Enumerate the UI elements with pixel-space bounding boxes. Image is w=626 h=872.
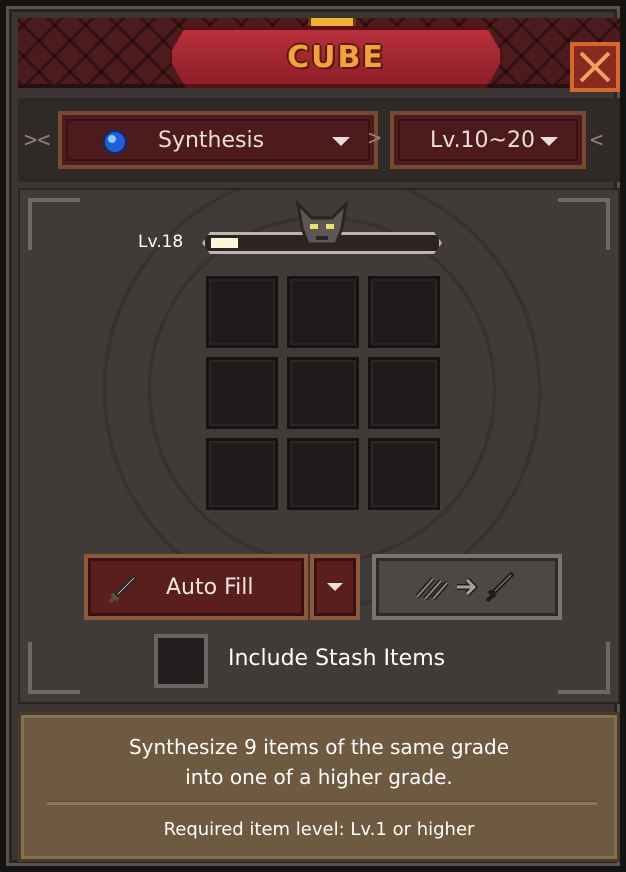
demon-head-icon <box>295 199 349 246</box>
chevron-down-icon <box>332 137 350 146</box>
corner-ornament <box>558 198 610 250</box>
corner-ornament <box>28 642 80 694</box>
info-panel: Synthesize 9 items of the same grade int… <box>18 712 620 862</box>
sword-icon <box>108 574 138 604</box>
auto-fill-options-button[interactable] <box>310 554 360 620</box>
corner-ornament <box>558 642 610 694</box>
include-stash-label: Include Stash Items <box>228 646 446 671</box>
item-slot[interactable] <box>368 357 440 429</box>
close-icon <box>579 51 611 83</box>
item-slot[interactable] <box>368 438 440 510</box>
window-title: CUBE <box>287 39 385 75</box>
item-slot[interactable] <box>368 276 440 348</box>
item-slot[interactable] <box>287 276 359 348</box>
close-button[interactable] <box>570 42 620 92</box>
items-to-sword-icon <box>415 571 515 603</box>
corner-ornament <box>28 198 80 250</box>
item-slot[interactable] <box>206 276 278 348</box>
right-arrow-ornament: < <box>590 128 604 153</box>
cube-xp-fill <box>211 238 238 248</box>
chevron-down-icon <box>327 583 343 591</box>
chevron-down-icon <box>540 137 558 146</box>
requirement-text: Required item level: Lv.1 or higher <box>163 819 475 840</box>
level-range-dropdown[interactable]: Lv.10~20 <box>390 111 586 169</box>
mode-dropdown-label: Synthesis <box>158 127 265 153</box>
description-line-1: Synthesize 9 items of the same grade <box>128 735 510 759</box>
header-bar: CUBE <box>18 18 620 92</box>
item-slot[interactable] <box>287 357 359 429</box>
auto-fill-label: Auto Fill <box>166 574 254 600</box>
synthesize-button[interactable] <box>372 554 562 620</box>
level-range-label: Lv.10~20 <box>430 127 535 153</box>
item-slot[interactable] <box>206 438 278 510</box>
title-plate: CUBE <box>168 26 504 88</box>
cube-window: CUBE >< Synthesis > Lv.10~20 < Lv.18 Aut… <box>0 0 626 872</box>
divider <box>47 801 597 805</box>
synthesis-grid <box>206 276 440 510</box>
item-slot[interactable] <box>287 438 359 510</box>
include-stash-checkbox[interactable] <box>154 634 208 688</box>
mode-dropdown[interactable]: Synthesis <box>58 111 378 169</box>
middle-arrow-ornament: > <box>368 126 382 151</box>
auto-fill-button[interactable]: Auto Fill <box>84 554 308 620</box>
item-slot[interactable] <box>206 357 278 429</box>
cube-panel: Lv.18 Auto Fill Include Stash Items <box>18 188 620 704</box>
description-line-2: into one of a higher grade. <box>185 765 453 789</box>
filter-row: >< Synthesis > Lv.10~20 < <box>18 98 620 182</box>
cube-level-label: Lv.18 <box>138 232 184 252</box>
left-arrow-ornament: >< <box>24 128 51 153</box>
blue-gem-icon <box>103 130 127 154</box>
